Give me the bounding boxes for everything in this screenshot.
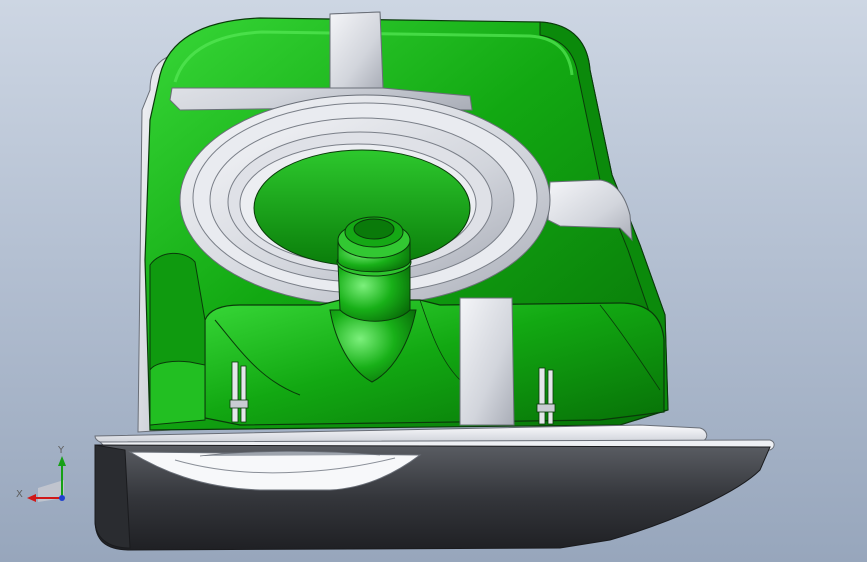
- x-axis-arrowhead: [27, 494, 36, 502]
- base-plate[interactable]: [94, 444, 771, 551]
- graphics-viewport[interactable]: X Y: [0, 0, 867, 562]
- model-canvas[interactable]: X Y: [0, 0, 867, 562]
- z-axis-point: [59, 495, 65, 501]
- coordinate-triad[interactable]: X Y: [16, 445, 66, 502]
- y-axis-arrowhead: [58, 456, 66, 466]
- x-axis-label: X: [16, 489, 23, 500]
- lower-rib[interactable]: [459, 297, 515, 426]
- y-axis-label: Y: [57, 445, 65, 456]
